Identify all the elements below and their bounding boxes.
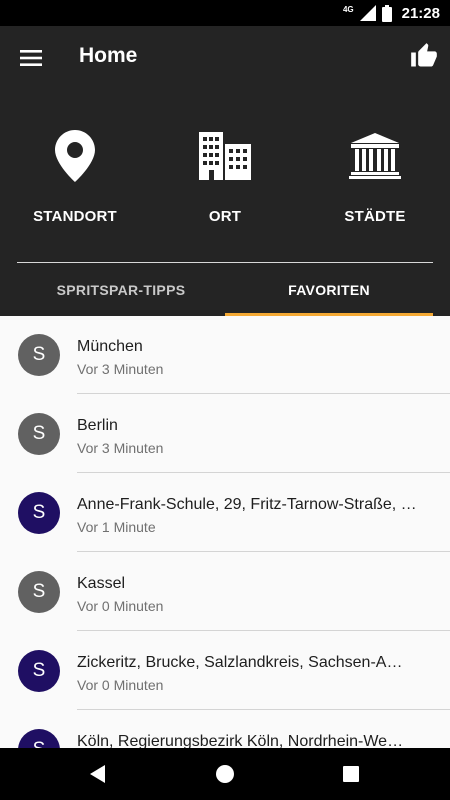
app-bar: Home	[0, 26, 450, 90]
item-timestamp: Vor 3 Minuten	[77, 361, 164, 377]
buildings-icon	[195, 126, 255, 186]
hamburger-menu-icon	[20, 50, 42, 66]
back-triangle-icon	[90, 765, 105, 783]
list-item[interactable]: S Zickeritz, Brucke, Salzlandkreis, Sach…	[0, 632, 450, 710]
back-button[interactable]	[68, 748, 128, 800]
status-icons: 4G 21:28	[343, 0, 440, 26]
item-title: Anne-Frank-Schule, 29, Fritz-Tarnow-Stra…	[77, 496, 417, 513]
location-pin-icon	[45, 126, 105, 186]
menu-button[interactable]	[14, 44, 48, 72]
item-timestamp: Vor 0 Minuten	[77, 677, 164, 693]
category-row: STANDORT ORT STÄDTE	[0, 90, 450, 262]
list-item[interactable]: S Anne-Frank-Schule, 29, Fritz-Tarnow-St…	[0, 474, 450, 552]
system-navigation-bar	[0, 748, 450, 800]
item-title: Berlin	[77, 417, 118, 434]
item-title: Kassel	[77, 575, 126, 592]
battery-icon	[381, 4, 392, 22]
thumbs-up-icon	[411, 43, 437, 67]
tab-favoriten[interactable]: FAVORITEN	[225, 263, 433, 316]
tab-bar: SPRITSPAR-TIPPS FAVORITEN	[0, 263, 450, 316]
status-time: 21:28	[401, 4, 440, 22]
item-timestamp: Vor 1 Minute	[77, 519, 156, 535]
signal-icon	[359, 5, 376, 21]
list-item[interactable]: S München Vor 3 Minuten	[0, 316, 450, 394]
home-circle-icon	[216, 765, 234, 783]
landmark-icon	[345, 126, 405, 186]
avatar: S	[18, 571, 60, 613]
status-bar: 4G 21:28	[0, 0, 450, 26]
item-divider	[77, 709, 450, 710]
avatar: S	[18, 650, 60, 692]
avatar: S	[18, 334, 60, 376]
like-button[interactable]	[410, 42, 438, 70]
item-timestamp: Vor 3 Minuten	[77, 440, 164, 456]
recents-square-icon	[343, 766, 359, 782]
category-staedte[interactable]: STÄDTE	[300, 126, 450, 246]
list-item[interactable]: S Kassel Vor 0 Minuten	[0, 553, 450, 631]
network-type-label: 4G	[342, 4, 354, 14]
list-item[interactable]: S Berlin Vor 3 Minuten	[0, 395, 450, 473]
item-divider	[77, 630, 450, 631]
item-title: Zickeritz, Brucke, Salzlandkreis, Sachse…	[77, 654, 403, 671]
category-ort[interactable]: ORT	[150, 126, 300, 246]
item-divider	[77, 393, 450, 394]
avatar: S	[18, 413, 60, 455]
category-label: STANDORT	[33, 208, 117, 225]
list-item[interactable]: S Köln, Regierungsbezirk Köln, Nordrhein…	[0, 711, 450, 748]
item-timestamp: Vor 0 Minuten	[77, 598, 164, 614]
item-title: Köln, Regierungsbezirk Köln, Nordrhein-W…	[77, 733, 404, 748]
recents-button[interactable]	[321, 748, 381, 800]
tab-spritspar-tipps[interactable]: SPRITSPAR-TIPPS	[17, 263, 225, 316]
item-divider	[77, 551, 450, 552]
avatar: S	[18, 729, 60, 748]
favorites-list: S München Vor 3 Minuten S Berlin Vor 3 M…	[0, 316, 450, 748]
item-divider	[77, 472, 450, 473]
category-standort[interactable]: STANDORT	[0, 126, 150, 246]
page-title: Home	[79, 44, 138, 67]
avatar: S	[18, 492, 60, 534]
home-button[interactable]	[195, 748, 255, 800]
item-title: München	[77, 338, 143, 355]
category-label: STÄDTE	[344, 208, 406, 225]
category-label: ORT	[208, 208, 242, 225]
